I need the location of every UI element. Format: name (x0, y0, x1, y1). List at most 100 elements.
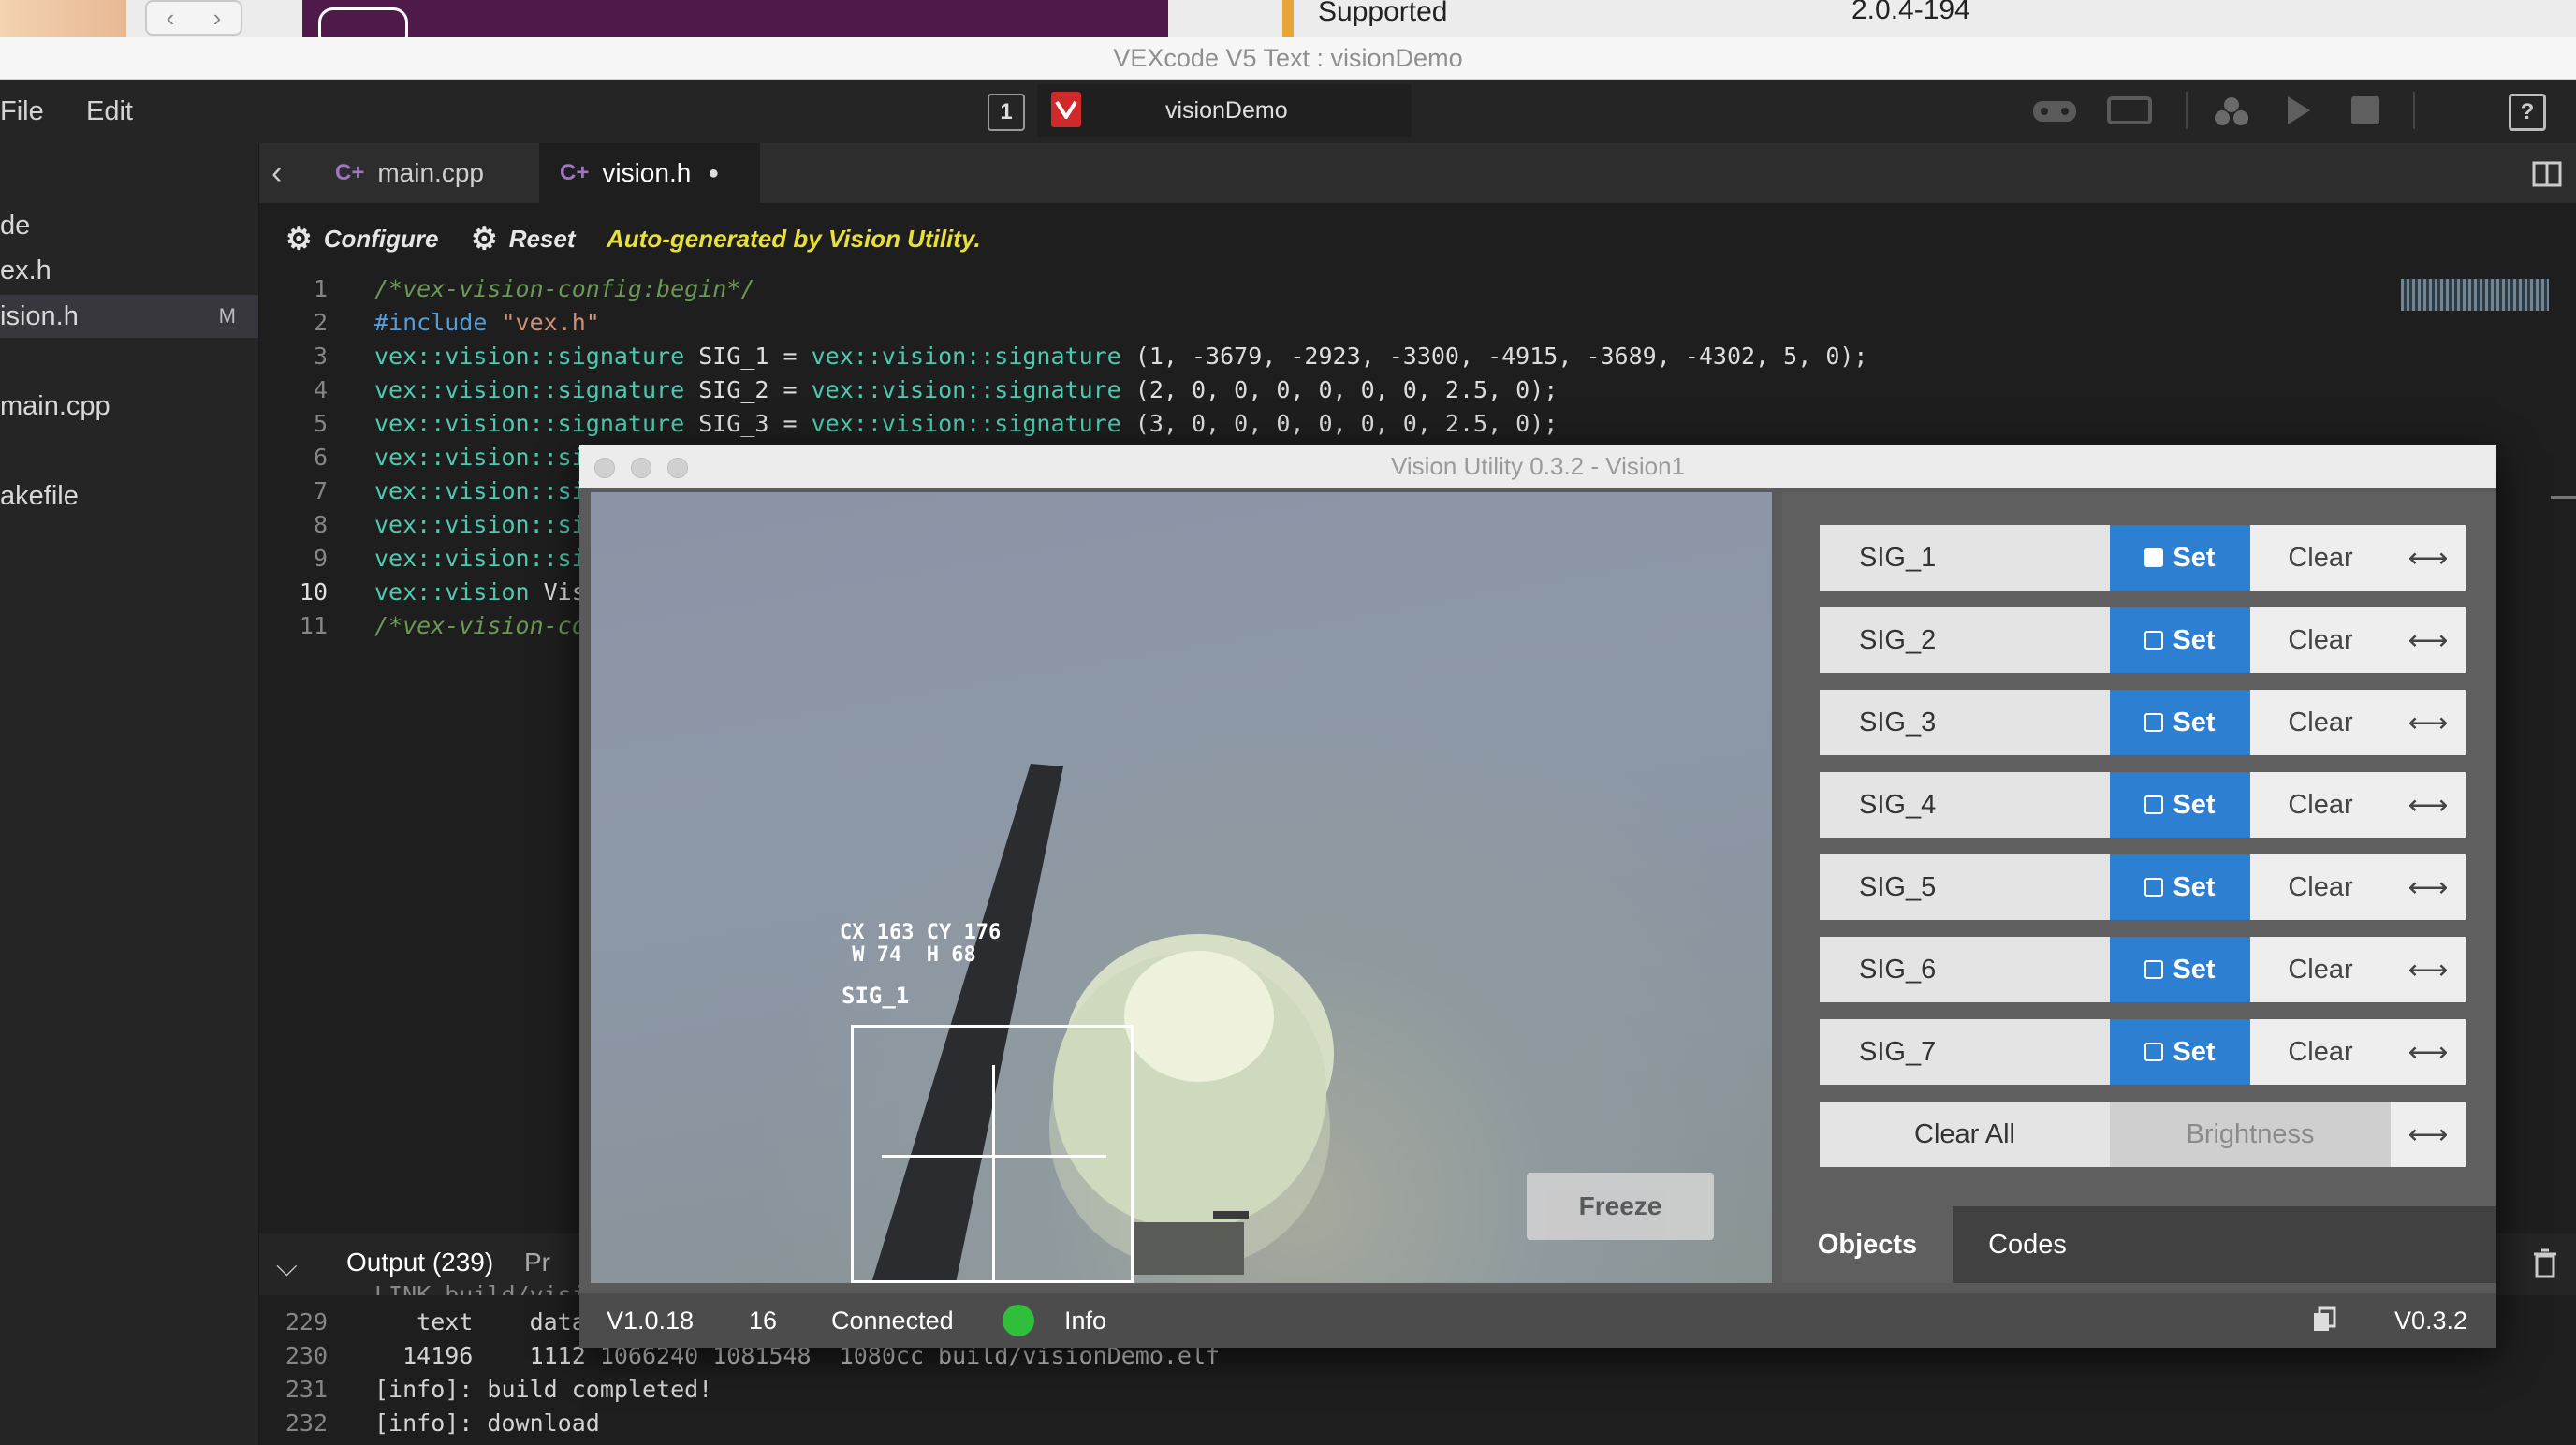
reset-label: Reset (508, 224, 576, 253)
project-name: visionDemo (1165, 97, 1288, 124)
code-type: vex::vision (374, 578, 530, 606)
expand-arrow-icon[interactable]: ⟷ (2391, 772, 2466, 838)
expand-arrow-icon[interactable]: ⟷ (2391, 1019, 2466, 1085)
window-zoom-button[interactable] (667, 458, 688, 478)
sidebar-item-main-cpp[interactable]: main.cpp (0, 385, 258, 428)
brightness-slider[interactable]: Brightness (2110, 1102, 2391, 1167)
clear-button[interactable]: Clear (2250, 690, 2391, 755)
set-button[interactable]: Set (2110, 1019, 2250, 1085)
code-line[interactable]: 1 /*vex-vision-config:begin*/ (281, 272, 754, 306)
tab-output[interactable]: Output (239) (346, 1248, 493, 1277)
minimap[interactable] (2401, 279, 2549, 311)
sidebar-item-vision-h[interactable]: ision.h M (0, 295, 258, 338)
window-minimize-button[interactable] (631, 458, 651, 478)
info-button[interactable]: Info (1064, 1293, 1106, 1348)
set-button[interactable]: Set (2110, 607, 2250, 673)
expand-arrow-icon[interactable]: ⟷ (2391, 525, 2466, 591)
line-number: 11 (299, 612, 328, 639)
camera-view[interactable]: CX 163 CY 176 W 74 H 68 SIG_1 Freeze (591, 492, 1772, 1283)
output-line-partial: LINK build/visi (281, 1278, 586, 1295)
code-type: vex::vision::signature (811, 376, 1121, 403)
code-line[interactable]: 3 vex::vision::signature SIG_1 = vex::vis… (281, 340, 1868, 373)
play-icon[interactable] (2284, 94, 2314, 132)
code-identifier: Vis (529, 578, 586, 606)
configure-button[interactable]: ⚙ Configure (285, 220, 438, 257)
controller-icon[interactable] (2029, 94, 2080, 132)
sidebar-item-makefile[interactable]: akefile (0, 474, 258, 518)
tab-problems[interactable]: Pr (524, 1248, 550, 1277)
signature-row: SIG_5 Set Clear ⟷ (1820, 854, 2466, 920)
set-button[interactable]: Set (2110, 690, 2250, 755)
utility-version: V0.3.2 (2394, 1306, 2468, 1335)
tab-vision-h[interactable]: C+ vision.h ● (539, 143, 760, 203)
collapse-sidebar-icon[interactable]: ‹ (271, 155, 282, 192)
expand-arrow-icon[interactable]: ⟷ (2391, 690, 2466, 755)
browser-nav-buttons[interactable]: ‹ › (145, 0, 242, 36)
clear-button[interactable]: Clear (2250, 937, 2391, 1002)
signature-row: SIG_2 Set Clear ⟷ (1820, 607, 2466, 673)
expand-arrow-icon[interactable]: ⟷ (2391, 937, 2466, 1002)
sidebar-item-de[interactable]: de (0, 204, 258, 247)
code-line[interactable]: 11 /*vex-vision-co (281, 609, 586, 643)
reset-button[interactable]: ⚙ Reset (471, 220, 576, 257)
help-icon[interactable]: ? (2509, 94, 2546, 131)
scrollbar-thumb[interactable] (2551, 496, 2576, 499)
expand-arrow-icon[interactable]: ⟷ (2391, 854, 2466, 920)
signature-row: SIG_4 Set Clear ⟷ (1820, 772, 2466, 838)
code-line[interactable]: 10 vex::vision Vis (281, 576, 586, 609)
line-number: 231 (285, 1376, 328, 1403)
tab-objects[interactable]: Objects (1782, 1206, 1953, 1283)
menu-file[interactable]: File (0, 80, 44, 143)
code-line[interactable]: 8 vex::vision::si (281, 508, 586, 542)
expand-arrow-icon[interactable]: ⟷ (2391, 607, 2466, 673)
output-text: [info]: download (374, 1409, 600, 1437)
code-line[interactable]: 9 vex::vision::si (281, 542, 586, 576)
expand-arrow-icon[interactable]: ⟷ (2391, 1102, 2466, 1167)
code-type: vex::vision::si (374, 477, 586, 504)
line-number: 3 (313, 343, 328, 370)
clear-button[interactable]: Clear (2250, 772, 2391, 838)
brain-screen-icon[interactable] (2106, 94, 2153, 132)
code-type: vex::vision::si (374, 444, 586, 471)
code-line[interactable]: 2 #include "vex.h" (281, 306, 600, 340)
code-line[interactable]: 5 vex::vision::signature SIG_3 = vex::vis… (281, 407, 1558, 441)
clear-all-row: Clear All Brightness ⟷ (1820, 1102, 2466, 1167)
sidebar-item-label: akefile (0, 480, 79, 511)
output-text: [info]: build completed! (374, 1376, 713, 1403)
window-close-button[interactable] (594, 458, 615, 478)
code-type: vex::vision::si (374, 511, 586, 538)
sidebar-item-vex-h[interactable]: ex.h (0, 249, 258, 292)
clear-button[interactable]: Clear (2250, 607, 2391, 673)
slot-selector[interactable]: 1 (988, 94, 1025, 131)
clear-button[interactable]: Clear (2250, 525, 2391, 591)
set-button[interactable]: Set (2110, 525, 2250, 591)
chevron-left-icon[interactable]: ‹ (147, 2, 194, 34)
set-button[interactable]: Set (2110, 772, 2250, 838)
split-editor-icon[interactable] (2532, 161, 2562, 192)
code-line[interactable]: 6 vex::vision::si (281, 441, 586, 474)
set-button[interactable]: Set (2110, 854, 2250, 920)
freeze-button[interactable]: Freeze (1527, 1173, 1714, 1240)
set-button[interactable]: Set (2110, 937, 2250, 1002)
menu-edit[interactable]: Edit (86, 80, 133, 143)
tab-main-cpp[interactable]: C+ main.cpp (315, 143, 549, 203)
background-supported-text: Supported (1318, 0, 1448, 27)
clear-button[interactable]: Clear (2250, 854, 2391, 920)
modified-badge: M (218, 304, 236, 328)
tab-codes[interactable]: Codes (1953, 1206, 2102, 1283)
vision-utility-title: Vision Utility 0.3.2 - Vision1 (579, 445, 2496, 488)
clear-all-button[interactable]: Clear All (1820, 1102, 2110, 1167)
code-line[interactable]: 4 vex::vision::signature SIG_2 = vex::vis… (281, 373, 1558, 407)
line-number: 229 (285, 1308, 328, 1336)
clear-button[interactable]: Clear (2250, 1019, 2391, 1085)
build-icon[interactable] (2211, 94, 2252, 134)
camera-image (871, 764, 1334, 1283)
code-line[interactable]: 7 vex::vision::si (281, 474, 586, 508)
code-comment: /*vex-vision-co (374, 612, 586, 639)
code-identifier: SIG_3 = (684, 410, 812, 437)
copy-icon[interactable] (2312, 1306, 2336, 1337)
trash-icon[interactable] (2532, 1248, 2558, 1283)
unsaved-dot-icon: ● (708, 162, 720, 183)
chevron-right-icon[interactable]: › (194, 2, 241, 34)
stop-icon[interactable] (2351, 96, 2379, 124)
